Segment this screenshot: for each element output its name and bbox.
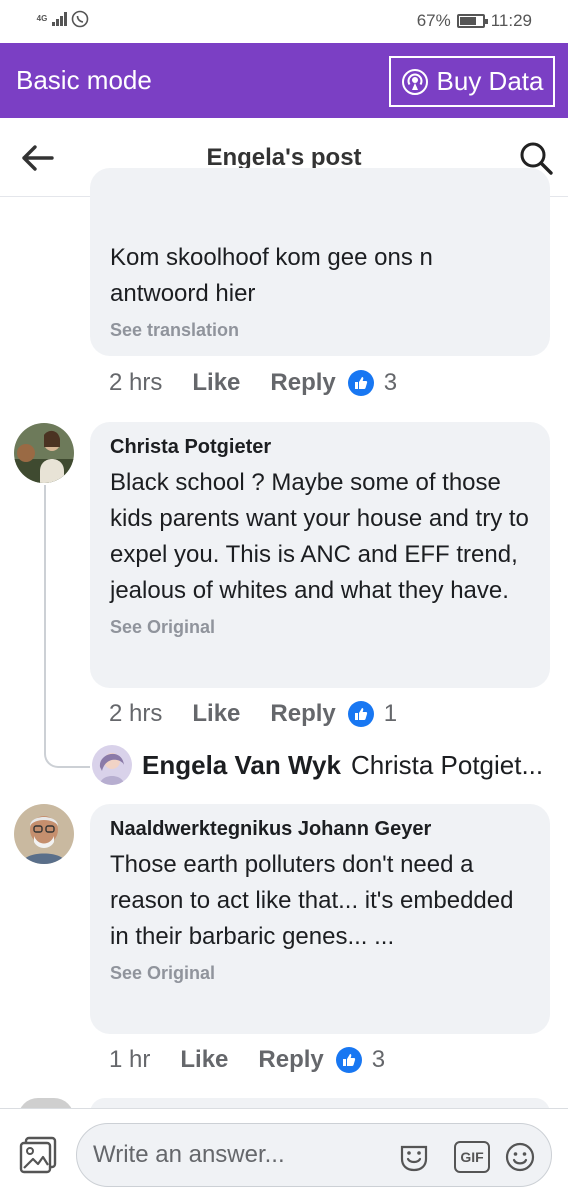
reaction-count[interactable]: 3 <box>372 1046 385 1074</box>
network-type: 4G <box>36 14 48 23</box>
sticker-icon[interactable] <box>398 1141 430 1173</box>
like-button[interactable]: Like <box>192 369 240 397</box>
clock: 11:29 <box>490 11 532 30</box>
status-right: 67% 11:29 <box>417 11 532 31</box>
basic-mode-label: Basic mode <box>16 65 152 95</box>
avatar[interactable] <box>14 423 74 483</box>
see-original-link[interactable]: See Original <box>110 617 530 638</box>
gif-label: GIF <box>460 1149 484 1165</box>
avatar <box>92 745 132 785</box>
reply-author[interactable]: Engela Van Wyk <box>142 750 341 781</box>
reaction-count[interactable]: 1 <box>384 700 397 728</box>
basic-mode-bar: Basic mode Buy Data <box>0 43 568 118</box>
gif-button[interactable]: GIF <box>454 1141 490 1173</box>
whatsapp-icon <box>71 10 89 28</box>
comment-bubble: Kom skoolhoof kom gee ons n antwoord hie… <box>90 168 550 356</box>
reply-button[interactable]: Reply <box>258 1046 323 1074</box>
comment-bubble: Christa Potgieter Black school ? Maybe s… <box>90 422 550 688</box>
thread-connector <box>44 738 90 768</box>
thumbs-up-icon <box>347 370 374 396</box>
thread-line <box>44 485 46 741</box>
see-translation-link[interactable]: See translation <box>110 320 530 341</box>
reply-snippet: Christa Potgiet... <box>350 749 544 780</box>
reply-preview[interactable]: Engela Van Wyk Christa Potgiet... <box>92 745 543 785</box>
comment-text: Black school ? Maybe some of those kids … <box>110 469 529 604</box>
emoji-icon[interactable] <box>504 1141 536 1173</box>
reaction-count[interactable]: 3 <box>384 369 397 397</box>
buy-data-button[interactable]: Buy Data <box>389 56 555 107</box>
comment-time[interactable]: 2 hrs <box>109 700 162 728</box>
thumbs-up-icon <box>347 701 374 727</box>
photo-icon[interactable] <box>18 1135 58 1175</box>
comment-author[interactable]: Christa Potgieter <box>110 436 530 459</box>
comment-actions: 2 hrs Like Reply 3 <box>109 369 397 397</box>
comment-time[interactable]: 1 hr <box>109 1046 150 1074</box>
status-left: 4G <box>36 10 89 28</box>
broadcast-icon <box>401 68 428 95</box>
buy-data-label: Buy Data <box>436 66 544 96</box>
comment-composer: GIF <box>0 1108 568 1200</box>
like-button[interactable]: Like <box>192 700 240 728</box>
comment-time[interactable]: 2 hrs <box>109 369 162 397</box>
comment-actions: 1 hr Like Reply 3 <box>109 1046 385 1074</box>
comment-bubble: Naaldwerktegnikus Johann Geyer Those ear… <box>90 804 550 1034</box>
reply-button[interactable]: Reply <box>270 369 335 397</box>
see-original-link[interactable]: See Original <box>110 963 530 984</box>
thumbs-up-icon <box>335 1047 362 1073</box>
reply-button[interactable]: Reply <box>270 700 335 728</box>
battery-percent: 67% <box>416 11 451 30</box>
comment-actions: 2 hrs Like Reply 1 <box>109 700 397 728</box>
signal-icon <box>52 12 67 26</box>
avatar[interactable] <box>14 804 74 864</box>
status-bar: 4G 67% 11:29 <box>0 0 568 43</box>
comment-text: Kom skoolhoof kom gee ons n antwoord hie… <box>110 244 433 307</box>
battery-icon <box>456 14 488 28</box>
comment-author[interactable]: Naaldwerktegnikus Johann Geyer <box>110 818 530 841</box>
like-button[interactable]: Like <box>180 1046 228 1074</box>
comment-text: Those earth polluters don't need a reaso… <box>110 851 514 950</box>
